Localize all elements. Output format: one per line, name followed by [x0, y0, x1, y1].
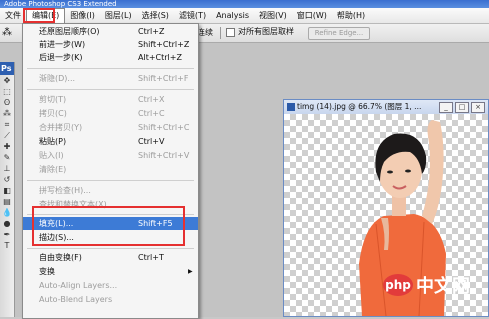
minimize-button[interactable]: _	[439, 102, 453, 113]
toolbox-header: Ps	[0, 62, 14, 75]
window-controls: _ □ ×	[439, 102, 485, 113]
annotation-highlight-fill	[32, 206, 185, 246]
marquee-tool-icon[interactable]: ⬚	[0, 86, 14, 97]
sample-all-layers-checkbox[interactable]	[226, 27, 235, 37]
menu-item-auto-blend-layers[interactable]: Auto-Blend Layers	[23, 293, 198, 306]
menu-item-clear[interactable]: 清除(E)	[23, 163, 198, 176]
maximize-button[interactable]: □	[455, 102, 469, 113]
document-title: timg (14).jpg @ 66.7% (图层 1, ...	[297, 102, 422, 111]
watermark: php 中文网	[383, 272, 470, 298]
gradient-tool-icon[interactable]: ▤	[0, 196, 14, 207]
menu-help[interactable]: 帮助(H)	[332, 8, 370, 23]
blur-tool-icon[interactable]: 💧	[0, 207, 14, 218]
menu-item-auto-align-layers[interactable]: Auto-Align Layers...	[23, 279, 198, 292]
menu-separator	[27, 248, 194, 249]
menu-item-copy-merged[interactable]: 合并拷贝(Y) Shift+Ctrl+C	[23, 121, 198, 134]
sample-all-layers-option[interactable]: 对所有图层取样	[226, 27, 294, 37]
document-icon	[287, 103, 295, 111]
options-divider	[220, 27, 221, 39]
pen-tool-icon[interactable]: ✒	[0, 229, 14, 240]
watermark-text: 中文网	[416, 276, 470, 297]
menu-item-paste[interactable]: 粘贴(P) Ctrl+V	[23, 135, 198, 148]
annotation-highlight-edit-menu	[23, 8, 55, 23]
menu-item-step-backward[interactable]: 后退一步(K) Alt+Ctrl+Z	[23, 51, 198, 64]
menu-item-step-forward[interactable]: 前进一步(W) Shift+Ctrl+Z	[23, 38, 198, 51]
menu-separator	[27, 180, 194, 181]
menu-view[interactable]: 视图(V)	[254, 8, 292, 23]
menu-window[interactable]: 窗口(W)	[292, 8, 332, 23]
menu-separator	[27, 68, 194, 69]
menu-bar: 文件 编辑(E) 图像(I) 图层(L) 选择(S) 滤镜(T) Analysi…	[0, 8, 489, 24]
menu-item-spell-check[interactable]: 拼写检查(H)...	[23, 184, 198, 197]
app-title-bar: Adobe Photoshop CS3 Extended	[0, 0, 489, 8]
lasso-tool-icon[interactable]: ʘ	[0, 97, 14, 108]
menu-item-free-transform[interactable]: 自由变换(F) Ctrl+T	[23, 251, 198, 264]
menu-item-cut[interactable]: 剪切(T) Ctrl+X	[23, 93, 198, 106]
history-brush-tool-icon[interactable]: ↺	[0, 174, 14, 185]
continuous-label[interactable]: 连续	[197, 28, 213, 38]
brush-tool-icon[interactable]: ✎	[0, 152, 14, 163]
eraser-tool-icon[interactable]: ◧	[0, 185, 14, 196]
menu-select[interactable]: 选择(S)	[137, 8, 174, 23]
menu-item-paste-into[interactable]: 贴入(I) Shift+Ctrl+V	[23, 149, 198, 162]
menu-layer[interactable]: 图层(L)	[100, 8, 137, 23]
app-title: Adobe Photoshop CS3 Extended	[4, 0, 117, 8]
menu-image[interactable]: 图像(I)	[65, 8, 100, 23]
menu-filter[interactable]: 滤镜(T)	[174, 8, 211, 23]
menu-item-undo[interactable]: 还原图层顺序(O) Ctrl+Z	[23, 25, 198, 38]
move-tool-icon[interactable]: ✥	[0, 75, 14, 86]
menu-analysis[interactable]: Analysis	[211, 8, 254, 23]
menu-separator	[27, 89, 194, 90]
stamp-tool-icon[interactable]: ⊥	[0, 163, 14, 174]
healing-tool-icon[interactable]: ✚	[0, 141, 14, 152]
slice-tool-icon[interactable]: ⟋	[0, 130, 14, 141]
toolbox: Ps ✥ ⬚ ʘ ⁂ ⌗ ⟋ ✚ ✎ ⊥ ↺ ◧ ▤ 💧 ● ✒ T	[0, 62, 15, 317]
watermark-badge: php	[383, 274, 413, 296]
crop-tool-icon[interactable]: ⌗	[0, 119, 14, 130]
magic-wand-tool-icon[interactable]: ⁂	[0, 108, 14, 119]
menu-item-transform[interactable]: 变换 ▶	[23, 265, 198, 278]
menu-item-copy[interactable]: 拷贝(C) Ctrl+C	[23, 107, 198, 120]
menu-item-fade[interactable]: 渐隐(D)... Shift+Ctrl+F	[23, 72, 198, 85]
close-button[interactable]: ×	[471, 102, 485, 113]
edit-menu-dropdown: 还原图层顺序(O) Ctrl+Z 前进一步(W) Shift+Ctrl+Z 后退一步…	[22, 23, 199, 319]
dodge-tool-icon[interactable]: ●	[0, 218, 14, 229]
submenu-arrow-icon: ▶	[188, 268, 193, 275]
magic-wand-icon[interactable]: ⁂	[2, 27, 14, 39]
sample-all-layers-label: 对所有图层取样	[238, 27, 294, 36]
refine-edge-button[interactable]: Refine Edge...	[308, 27, 370, 40]
type-tool-icon[interactable]: T	[0, 240, 14, 251]
